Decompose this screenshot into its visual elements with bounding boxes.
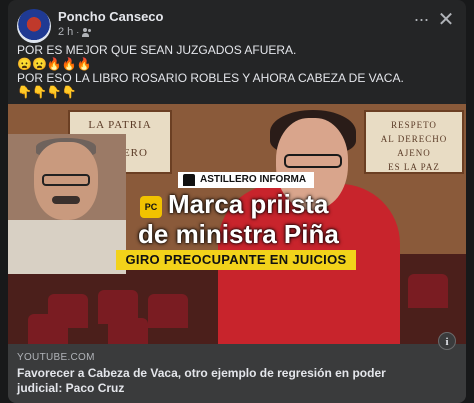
link-domain: YOUTUBE.COM xyxy=(17,352,95,363)
author-avatar[interactable] xyxy=(17,9,51,43)
post-card: Poncho Canseco 2 h · ··· ✕ POR ES MEJOR … xyxy=(8,0,466,403)
logo-badge-icon: PC xyxy=(140,196,162,218)
man-glasses xyxy=(42,174,90,186)
link-preview-image[interactable]: LA PATRIA ES PRIMERO RESPETO AL DERECHO … xyxy=(8,104,466,344)
audience-seat xyxy=(408,274,448,308)
post-text-line: 👇👇👇👇 xyxy=(17,85,77,99)
post-text-line: POR ES MEJOR QUE SEAN JUZGADOS AFUERA. xyxy=(17,43,297,57)
more-options-icon[interactable]: ··· xyxy=(412,10,430,28)
author-name[interactable]: Poncho Canseco xyxy=(58,9,163,24)
close-icon[interactable]: ✕ xyxy=(436,10,456,30)
audience-seat xyxy=(148,294,188,328)
woman-glasses xyxy=(284,154,342,168)
man-moustache xyxy=(52,196,80,204)
wall-sign-text: RESPETO xyxy=(391,120,437,130)
ship-logo-icon xyxy=(183,174,195,186)
post-text-line: POR ESO LA LIBRO ROSARIO ROBLES Y AHORA … xyxy=(17,71,404,85)
audience-seat xyxy=(28,314,68,344)
video-headline-line2: de ministra Piña xyxy=(138,219,339,249)
friends-icon[interactable] xyxy=(82,27,94,37)
wall-sign-right: RESPETO AL DERECHO AJENO ES LA PAZ xyxy=(364,110,464,174)
wall-sign-text: ES LA PAZ xyxy=(388,162,440,172)
post-time[interactable]: 2 h xyxy=(58,26,73,38)
man-shirt xyxy=(8,220,126,274)
post-text-line: 😦😦🔥🔥🔥 xyxy=(17,57,92,71)
meta-separator: · xyxy=(76,27,80,37)
video-subheadline: GIRO PREOCUPANTE EN JUICIOS xyxy=(116,250,356,270)
wall-sign-text: AL DERECHO AJENO xyxy=(380,134,448,158)
audience-seat xyxy=(108,318,148,344)
brand-banner: ASTILLERO INFORMA xyxy=(178,172,315,188)
man-figure xyxy=(8,134,126,274)
video-headline-line1: Marca priista xyxy=(168,189,329,219)
wall-sign-text: LA PATRIA xyxy=(88,119,152,131)
link-title[interactable]: Favorecer a Cabeza de Vaca, otro ejemplo… xyxy=(17,366,427,396)
info-icon[interactable]: i xyxy=(438,332,456,350)
link-info[interactable]: YOUTUBE.COM Favorecer a Cabeza de Vaca, … xyxy=(8,344,466,403)
post-text: POR ES MEJOR QUE SEAN JUZGADOS AFUERA. 😦… xyxy=(17,43,457,99)
brand-label: ASTILLERO INFORMA xyxy=(200,174,307,185)
post-meta: 2 h · xyxy=(58,26,94,38)
